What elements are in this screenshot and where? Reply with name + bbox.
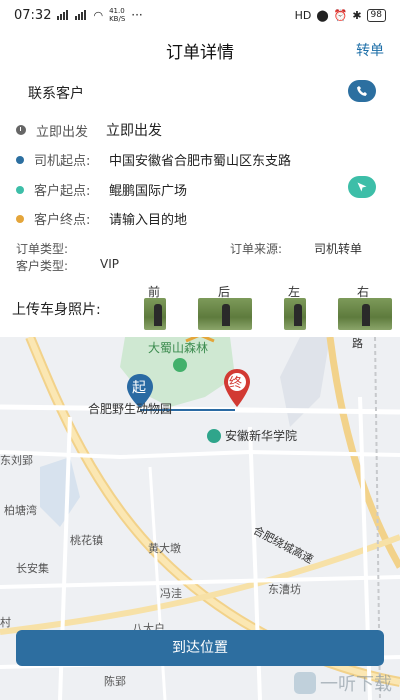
photo-left[interactable] (284, 298, 306, 330)
contact-customer-label: 联系客户 (28, 86, 84, 102)
navigation-arrow-icon (357, 182, 367, 192)
driver-start-row: 司机起点: 中国安徽省合肥市蜀山区东支路 (16, 150, 291, 169)
map-label-college: 安徽新华学院 (225, 429, 298, 443)
photo-back[interactable] (198, 298, 252, 330)
customer-end-dot (16, 214, 24, 223)
customer-end-row[interactable]: 客户终点: 请输入目的地 (16, 209, 187, 228)
nav-bar: 订单详情 转单 (0, 30, 400, 68)
map-label-huangda: 黄大墩 (148, 542, 181, 555)
watermark-text: 一听下载 (320, 674, 392, 695)
watermark: 一听下载 (294, 670, 392, 696)
net-speed: 41.0 KB/S (109, 7, 125, 23)
map-label-taohua: 桃花镇 (70, 534, 103, 547)
map-label-forest: 大蜀山森林 (148, 341, 209, 355)
page-title: 订单详情 (166, 43, 234, 63)
map-label-fengwa: 冯洼 (160, 587, 182, 600)
photo-person (222, 304, 231, 326)
customer-type-label: 客户类型: (16, 259, 69, 273)
photo-right[interactable] (338, 298, 392, 330)
order-source-value: 司机转单 (314, 242, 363, 256)
customer-start-value: 鲲鹏国际广场 (109, 184, 188, 199)
driver-start-dot (16, 155, 24, 164)
depart-value: 立即出发 (106, 123, 162, 139)
photo-front[interactable] (144, 298, 166, 330)
map-label-changan: 长安集 (16, 562, 49, 575)
customer-start-dot (16, 185, 24, 194)
end-marker[interactable]: 终 (222, 369, 252, 407)
photo-person (153, 304, 162, 326)
photo-person (362, 304, 371, 326)
signal-icon (57, 10, 69, 20)
depart-label: 立即出发 (36, 124, 89, 140)
alarm-icon: ⏰ (333, 8, 348, 22)
call-button[interactable] (348, 80, 376, 102)
map-label-road-top: 路 (352, 337, 363, 350)
signal-icon-2 (75, 10, 87, 20)
hd-badge: HD (294, 8, 312, 22)
end-marker-label: 终 (229, 376, 243, 391)
location-icon: ⬤ (316, 8, 329, 22)
more-icon: ··· (131, 8, 143, 22)
customer-end-label: 客户终点: (34, 213, 91, 228)
net-speed-value: 41.0 (109, 7, 125, 15)
customer-type-value: VIP (100, 257, 119, 271)
customer-start-row: 客户起点: 鲲鹏国际广场 (16, 180, 187, 199)
customer-start-label: 客户起点: (34, 184, 91, 199)
depart-row: 立即出发 立即出发 (16, 120, 162, 140)
transfer-button[interactable]: 转单 (356, 40, 384, 60)
bluetooth-icon: ✱ (352, 8, 362, 22)
map-label-zoo: 合肥野生动物园 (88, 402, 173, 416)
destination-input[interactable]: 请输入目的地 (109, 209, 187, 228)
status-bar: 07:32 ◠ 41.0 KB/S ··· HD ⬤ ⏰ ✱ 98 (0, 0, 400, 30)
upload-photo-label: 上传车身照片: (12, 302, 101, 318)
arrive-button[interactable]: 到达位置 (16, 630, 384, 666)
photo-person (293, 304, 302, 326)
battery-icon: 98 (366, 8, 386, 22)
map-label-cun: 村 (0, 616, 11, 629)
map-label-east-liu: 东刘郢 (0, 454, 33, 467)
map-label-dongcao: 东漕坊 (268, 583, 301, 596)
navigate-button[interactable] (348, 176, 376, 198)
order-type-label: 订单类型: (16, 242, 69, 256)
watermark-logo-icon (294, 672, 316, 694)
phone-icon (357, 86, 367, 96)
clock-icon (16, 125, 26, 135)
driver-start-value: 中国安徽省合肥市蜀山区东支路 (109, 154, 292, 169)
start-marker-label: 起 (132, 380, 146, 396)
wifi-icon: ◠ (93, 8, 104, 22)
status-time: 07:32 (14, 7, 52, 23)
driver-start-label: 司机起点: (34, 154, 91, 169)
net-speed-unit: KB/S (109, 15, 126, 23)
map-label-baiyang: 柏塘湾 (4, 504, 37, 517)
map-label-chenying: 陈郢 (104, 675, 126, 688)
order-source-label: 订单来源: (230, 242, 283, 256)
